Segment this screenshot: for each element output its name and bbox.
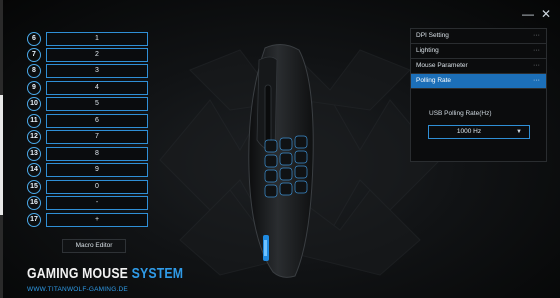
close-button[interactable]: ✕ [540,8,552,20]
key-number-badge: 7 [27,48,41,62]
usb-polling-rate-value: 1000 Hz [456,128,482,135]
key-assignment-field[interactable]: - [46,196,148,210]
macro-editor-button[interactable]: Macro Editor [62,239,126,253]
minimize-button[interactable]: — [522,8,534,20]
key-row: 8 3 [27,64,148,78]
chevron-down-icon: ▼ [516,129,522,135]
key-number-badge: 8 [27,64,41,78]
menu-item-lighting[interactable]: Lighting ··· [411,44,546,59]
key-number-badge: 9 [27,81,41,95]
key-row: 11 6 [27,114,148,128]
key-assignment-field[interactable]: 1 [46,32,148,46]
key-number-badge: 6 [27,32,41,46]
key-number-badge: 11 [27,114,41,128]
key-assignment-field[interactable]: 5 [46,97,148,111]
key-row: 15 0 [27,180,148,194]
menu-item-mouse-parameter[interactable]: Mouse Parameter ··· [411,59,546,74]
usb-polling-rate-label: USB Polling Rate(Hz) [429,110,492,117]
window-controls: — ✕ [522,8,552,20]
key-assignment-field[interactable]: 9 [46,163,148,177]
key-number-badge: 13 [27,147,41,161]
more-icon[interactable]: ··· [533,44,540,58]
key-assignment-field[interactable]: + [46,213,148,227]
key-row: 6 1 [27,32,148,46]
key-row: 9 4 [27,81,148,95]
key-row: 10 5 [27,97,148,111]
brand-title-main: GAMING MOUSE [27,265,129,282]
app-window: — ✕ 6 1 7 2 8 3 9 4 10 5 11 6 12 7 13 8 … [0,0,560,298]
key-row: 17 + [27,213,148,227]
key-number-badge: 17 [27,213,41,227]
key-row: 16 - [27,196,148,210]
menu-item-label: Polling Rate [416,77,452,84]
menu-item-dpi-setting[interactable]: DPI Setting ··· [411,29,546,44]
settings-panel: DPI Setting ··· Lighting ··· Mouse Param… [410,28,547,162]
key-row: 13 8 [27,147,148,161]
mouse-illustration [248,44,314,278]
brand-url: WWW.TITANWOLF-GAMING.DE [27,286,128,293]
key-number-badge: 15 [27,180,41,194]
more-icon[interactable]: ··· [533,29,540,43]
key-assignment-field[interactable]: 3 [46,64,148,78]
key-assignment-field[interactable]: 7 [46,130,148,144]
more-icon[interactable]: ··· [533,74,540,88]
left-edge-highlight [0,95,3,215]
key-number-badge: 10 [27,97,41,111]
key-row: 12 7 [27,130,148,144]
key-number-badge: 16 [27,196,41,210]
key-assignment-field[interactable]: 2 [46,48,148,62]
key-number-badge: 14 [27,163,41,177]
menu-item-polling-rate[interactable]: Polling Rate ··· [411,74,546,89]
key-row: 7 2 [27,48,148,62]
menu-item-label: Lighting [416,47,439,54]
usb-polling-rate-select[interactable]: 1000 Hz ▼ [428,125,530,139]
menu-item-label: DPI Setting [416,32,449,39]
key-assignment-field[interactable]: 6 [46,114,148,128]
key-number-badge: 12 [27,130,41,144]
more-icon[interactable]: ··· [533,59,540,73]
brand-title-accent: SYSTEM [131,265,184,282]
menu-item-label: Mouse Parameter [416,62,468,69]
key-assignment-field[interactable]: 0 [46,180,148,194]
key-row: 14 9 [27,163,148,177]
brand-title: GAMING MOUSE SYSTEM [27,265,183,282]
key-assignment-field[interactable]: 8 [46,147,148,161]
key-assignment-field[interactable]: 4 [46,81,148,95]
